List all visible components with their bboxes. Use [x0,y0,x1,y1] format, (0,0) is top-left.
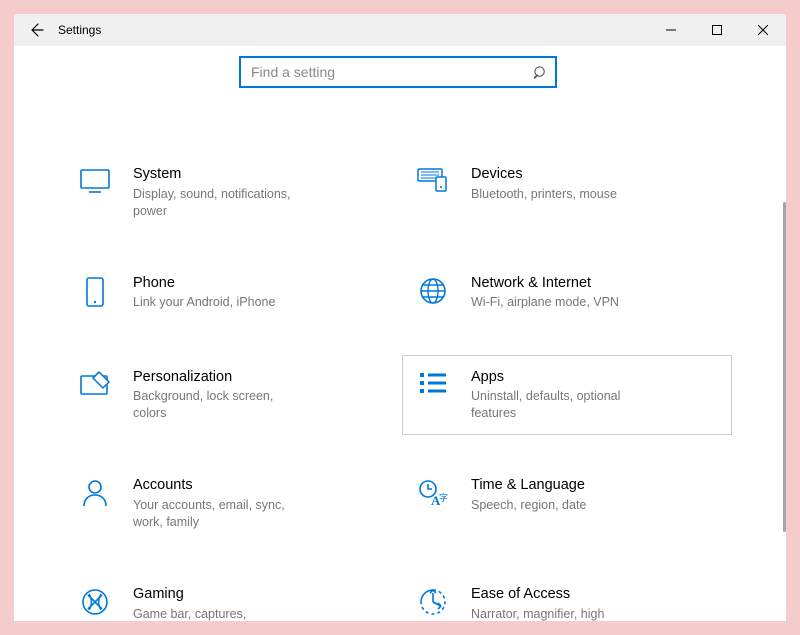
tile-gaming[interactable]: Gaming Game bar, captures, broadcasting,… [64,572,394,621]
apps-icon [413,368,453,396]
maximize-icon [712,25,722,35]
tile-title: Time & Language [471,476,586,495]
gaming-icon [75,585,115,617]
ease-of-access-icon [413,585,453,617]
back-button[interactable] [14,14,58,46]
close-button[interactable] [740,14,786,46]
tile-title: Apps [471,368,643,387]
tile-phone[interactable]: Phone Link your Android, iPhone [64,261,394,327]
close-icon [758,25,768,35]
personalization-icon [75,368,115,398]
search-row [14,46,782,88]
window-controls [648,14,786,46]
globe-icon [413,274,453,306]
tile-personalization[interactable]: Personalization Background, lock screen,… [64,355,394,436]
window-title: Settings [58,23,101,37]
tile-system[interactable]: System Display, sound, notifications, po… [64,152,394,233]
tile-title: Devices [471,165,617,184]
titlebar: Settings [14,14,786,46]
accounts-icon [75,476,115,508]
search-icon-button[interactable] [525,58,555,86]
tile-title: Network & Internet [471,274,619,293]
minimize-icon [666,25,676,35]
minimize-button[interactable] [648,14,694,46]
tile-time-language[interactable]: A 字 Time & Language Speech, region, date [402,463,732,544]
system-icon [75,165,115,195]
settings-window: Settings [14,14,786,621]
tile-apps[interactable]: Apps Uninstall, defaults, optional featu… [402,355,732,436]
svg-text:字: 字 [439,492,448,503]
tile-sub: Narrator, magnifier, high contrast [471,606,643,621]
tile-sub: Link your Android, iPhone [133,294,275,311]
tile-sub: Wi-Fi, airplane mode, VPN [471,294,619,311]
tile-sub: Display, sound, notifications, power [133,186,305,220]
tile-title: Phone [133,274,275,293]
tile-sub: Bluetooth, printers, mouse [471,186,617,203]
tile-accounts[interactable]: Accounts Your accounts, email, sync, wor… [64,463,394,544]
tile-sub: Your accounts, email, sync, work, family [133,497,305,531]
tile-sub: Speech, region, date [471,497,586,514]
arrow-left-icon [28,22,44,38]
tile-title: System [133,165,305,184]
tile-title: Accounts [133,476,305,495]
search-icon [533,65,548,80]
settings-grid: System Display, sound, notifications, po… [14,152,782,621]
content-area: System Display, sound, notifications, po… [14,46,786,621]
tile-title: Personalization [133,368,305,387]
tile-sub: Uninstall, defaults, optional features [471,388,643,422]
search-box[interactable] [239,56,557,88]
maximize-button[interactable] [694,14,740,46]
scrollbar-thumb[interactable] [783,202,786,532]
tile-ease-of-access[interactable]: Ease of Access Narrator, magnifier, high… [402,572,732,621]
tile-sub: Game bar, captures, broadcasting, Game M… [133,606,305,621]
scroll-area: System Display, sound, notifications, po… [14,46,782,621]
time-language-icon: A 字 [413,476,453,508]
tile-network[interactable]: Network & Internet Wi-Fi, airplane mode,… [402,261,732,327]
tile-sub: Background, lock screen, colors [133,388,305,422]
phone-icon [75,274,115,308]
tile-devices[interactable]: Devices Bluetooth, printers, mouse [402,152,732,233]
devices-icon [413,165,453,195]
search-input[interactable] [241,58,525,86]
tile-title: Gaming [133,585,305,604]
tile-title: Ease of Access [471,585,643,604]
